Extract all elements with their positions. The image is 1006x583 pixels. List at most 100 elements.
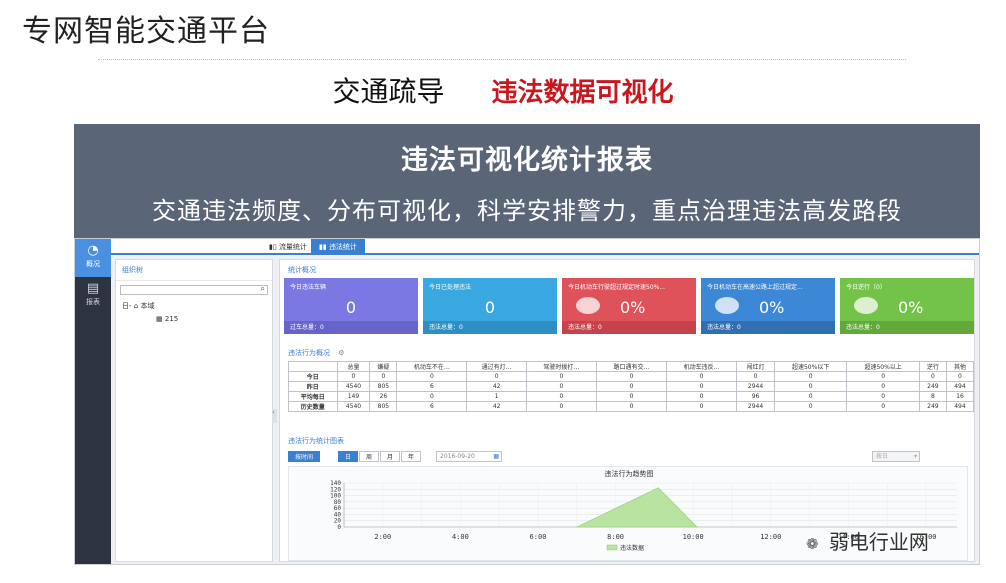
stat-cards: 今日违法车辆 0 过车总量：0 今日已处理违法 0 违法总量：0 今日机动车行驶… bbox=[284, 278, 974, 334]
table-cell: 0 bbox=[773, 371, 848, 382]
table-cell: 0 bbox=[595, 371, 668, 382]
device-icon: ▦ bbox=[156, 315, 163, 323]
stat-card[interactable]: 今日逆行（0） 0% 违法总量：0 bbox=[840, 278, 974, 334]
table-cell: 0 bbox=[466, 371, 527, 382]
table-cell: 805 bbox=[369, 401, 398, 412]
y-tick-label: 60 bbox=[334, 505, 342, 512]
table-cell: 8 bbox=[918, 391, 947, 402]
nav-item-report[interactable]: ▤ 报表 bbox=[75, 277, 111, 315]
year-button[interactable]: 年 bbox=[401, 451, 422, 462]
y-tick-label: 120 bbox=[330, 486, 341, 493]
table-cell: 0 bbox=[525, 371, 597, 382]
ring-icon bbox=[576, 297, 600, 314]
table-header-row: 总量 嫌疑 机动车不在… 通过有灯… 驾驶时拨打… 路口遇有交… 机动车违反… … bbox=[288, 361, 975, 372]
bar-icon: ▮▮ bbox=[319, 243, 329, 251]
search-icon[interactable]: ⌕ bbox=[261, 284, 265, 294]
row-label: 平均每日 bbox=[288, 391, 338, 402]
y-tick-label: 100 bbox=[330, 493, 341, 500]
tab-bar: ▮▯ 流量统计 ▮▮ 违法统计 bbox=[111, 239, 979, 255]
chart-controls: 按时间 日 周 月 年 2016-09-20 ▦ 按日 ▾ bbox=[288, 451, 968, 462]
legend-label: 违法数据 bbox=[620, 544, 644, 552]
chart-title: 违法行为趋势图 bbox=[605, 469, 654, 478]
table-cell: 0 bbox=[666, 381, 738, 392]
month-button[interactable]: 月 bbox=[380, 451, 401, 462]
tree-search-input[interactable]: ⌕ bbox=[120, 284, 268, 295]
table-cell: 0 bbox=[595, 391, 668, 402]
overview-title: 统计概况 bbox=[288, 266, 316, 274]
x-tick-label: 8:00 bbox=[607, 533, 624, 541]
subtitle-right: 违法数据可视化 bbox=[491, 78, 674, 108]
table-row: 历史数量 4540 805 6 42 0 0 0 2944 0 0 249 494 bbox=[288, 401, 975, 412]
table-cell: 0 bbox=[945, 371, 975, 382]
day-button[interactable]: 日 bbox=[338, 451, 359, 462]
tree-node-child[interactable]: ▦ 215 bbox=[116, 313, 272, 325]
tree-expander[interactable]: 日- bbox=[122, 302, 132, 310]
table-cell: 805 bbox=[369, 381, 398, 392]
table-row: 今日 0 0 0 0 0 0 0 0 0 0 0 0 bbox=[288, 371, 975, 382]
table-cell: 6 bbox=[396, 381, 468, 392]
table-cell: 16 bbox=[945, 391, 975, 402]
table-cell: 42 bbox=[466, 381, 527, 392]
slide-title: 专网智能交通平台 bbox=[22, 14, 270, 49]
gear-icon[interactable]: ⚙ bbox=[338, 349, 344, 357]
x-tick-label: 10:00 bbox=[683, 533, 704, 541]
tree-node-root[interactable]: 日- ⌂ 本域 bbox=[116, 299, 272, 313]
trend-section-title: 违法行为统计图表 bbox=[288, 437, 344, 445]
nav-item-overview[interactable]: ◔ 概况 bbox=[75, 239, 111, 277]
row-label: 昨日 bbox=[288, 381, 338, 392]
by-time-button[interactable]: 按时间 bbox=[288, 451, 321, 462]
report-icon: ▤ bbox=[86, 281, 100, 296]
y-tick-label: 80 bbox=[334, 499, 342, 506]
table-cell: 0 bbox=[846, 371, 920, 382]
legend-swatch bbox=[606, 544, 618, 551]
collapse-handle[interactable]: ‹ bbox=[272, 409, 277, 423]
slide-subtitle: 交通疏导 违法数据可视化 bbox=[0, 70, 1006, 110]
x-tick-label: 12:00 bbox=[760, 533, 781, 541]
granularity-select[interactable]: 按日 ▾ bbox=[872, 451, 920, 462]
stat-card[interactable]: 今日机动车在高速公路上超过规定... 0% 违法总量：0 bbox=[701, 278, 835, 334]
table-cell: 0 bbox=[525, 401, 597, 412]
table-cell: 0 bbox=[918, 371, 947, 382]
watermark: ❁ 弱电行业网 bbox=[806, 530, 929, 554]
pie-chart-icon: ◔ bbox=[87, 243, 99, 258]
table-cell: 0 bbox=[525, 391, 597, 402]
ring-icon bbox=[854, 297, 878, 314]
table-cell: 0 bbox=[595, 401, 668, 412]
table-cell: 0 bbox=[846, 391, 920, 402]
table-cell: 249 bbox=[918, 401, 947, 412]
calendar-icon[interactable]: ▦ bbox=[493, 452, 499, 462]
table-cell: 4540 bbox=[336, 381, 371, 392]
table-row: 平均每日 149 26 0 1 0 0 0 96 0 0 8 16 bbox=[288, 391, 975, 402]
subtitle-left: 交通疏导 bbox=[332, 75, 445, 108]
table-cell: 2944 bbox=[736, 401, 775, 412]
date-input[interactable]: 2016-09-20 ▦ bbox=[436, 451, 502, 462]
week-button[interactable]: 周 bbox=[359, 451, 380, 462]
table-cell: 0 bbox=[595, 381, 668, 392]
org-tree-panel: 组织树 ⌕ 日- ⌂ 本域 ▦ 215 bbox=[115, 259, 273, 562]
app-window: ◔ 概况 ▤ 报表 ▮▯ 流量统计 ▮▮ 违法统计 组织树 ⌕ 日- ⌂ 本域 … bbox=[74, 238, 980, 565]
divider bbox=[98, 59, 906, 60]
y-tick-label: 40 bbox=[334, 511, 342, 518]
table-cell: 0 bbox=[396, 371, 468, 382]
x-tick-label: 4:00 bbox=[452, 533, 469, 541]
tree-header: 组织树 bbox=[116, 260, 272, 281]
y-tick-label: 20 bbox=[334, 518, 342, 525]
table-cell: 4540 bbox=[336, 401, 371, 412]
tab-violation-stats[interactable]: ▮▮ 违法统计 bbox=[311, 239, 365, 255]
banner-desc: 交通违法频度、分布可视化，科学安排警力，重点治理违法高发路段 bbox=[152, 197, 902, 225]
table-cell: 96 bbox=[736, 391, 775, 402]
table-cell: 0 bbox=[666, 391, 738, 402]
table-cell: 0 bbox=[666, 401, 738, 412]
x-tick-label: 2:00 bbox=[374, 533, 391, 541]
stat-card[interactable]: 今日机动车行驶超过规定时速50%... 0% 违法总量：0 bbox=[562, 278, 696, 334]
table-cell: 0 bbox=[666, 371, 738, 382]
table-cell: 149 bbox=[336, 391, 371, 402]
behavior-table: 总量 嫌疑 机动车不在… 通过有灯… 驾驶时拨打… 路口遇有交… 机动车违反… … bbox=[288, 361, 975, 412]
table-cell: 249 bbox=[918, 381, 947, 392]
table-row: 昨日 4540 805 6 42 0 0 0 2944 0 0 249 494 bbox=[288, 381, 975, 392]
stat-card[interactable]: 今日已处理违法 0 违法总量：0 bbox=[423, 278, 557, 334]
table-cell: 0 bbox=[773, 391, 848, 402]
table-cell: 0 bbox=[336, 371, 371, 382]
stat-card[interactable]: 今日违法车辆 0 过车总量：0 bbox=[284, 278, 418, 334]
tab-flow-stats[interactable]: ▮▯ 流量统计 bbox=[261, 239, 315, 255]
